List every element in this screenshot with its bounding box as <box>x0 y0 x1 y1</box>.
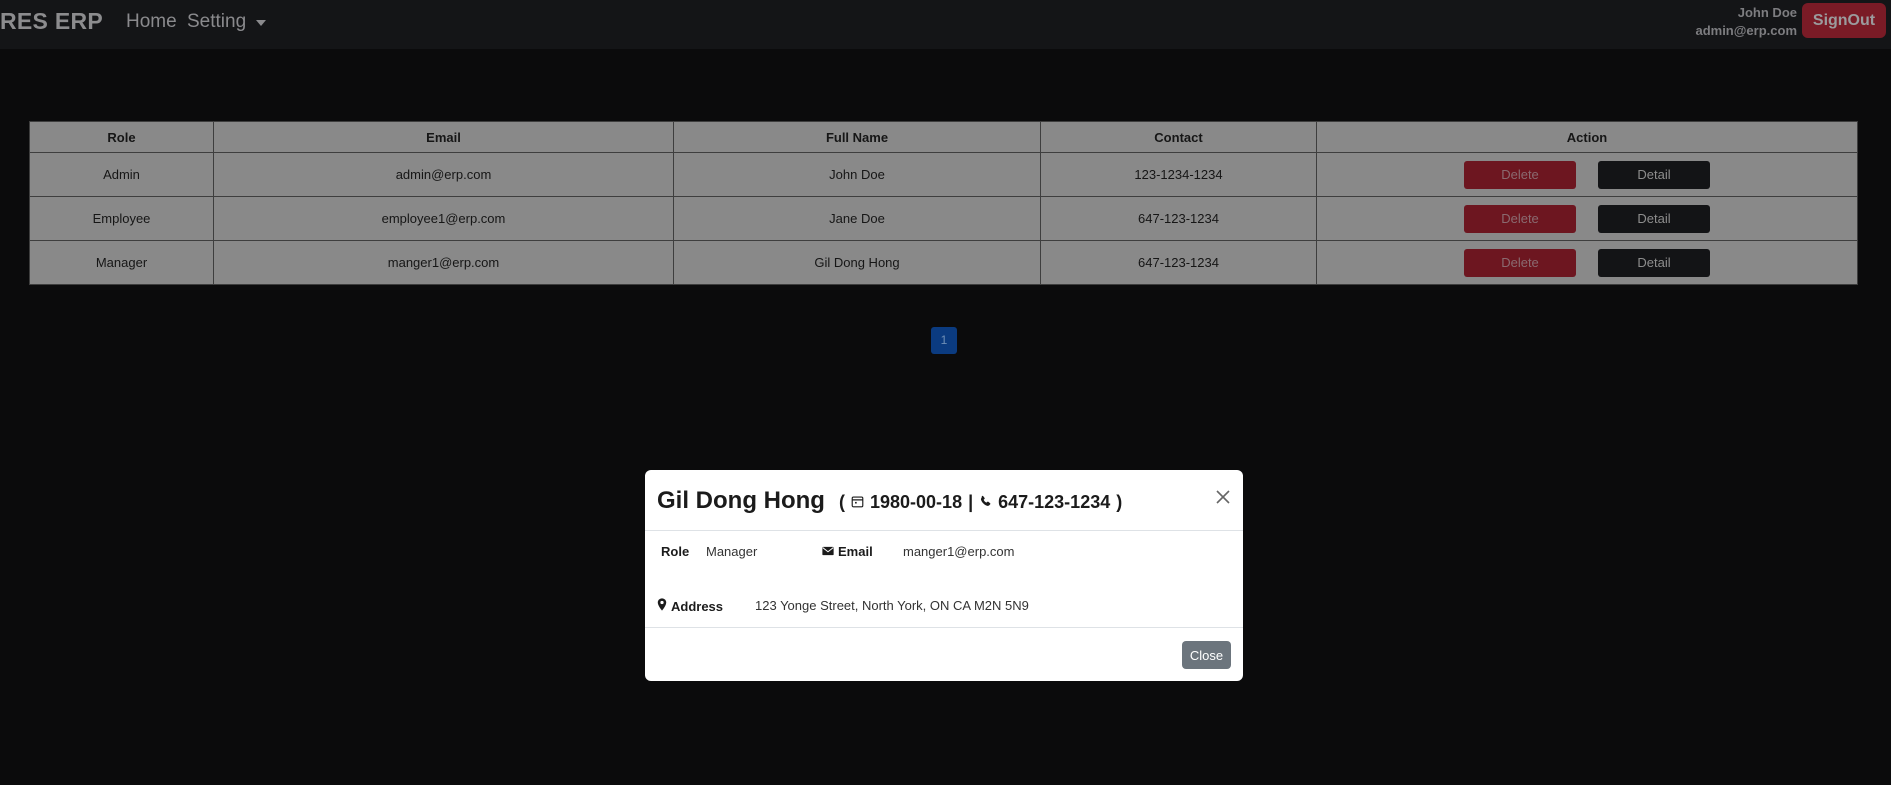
envelope-icon <box>822 544 834 559</box>
map-pin-icon <box>657 598 667 614</box>
role-label: Role <box>661 544 689 559</box>
detail-button[interactable]: Detail <box>1598 160 1710 189</box>
table-row: Employee employee1@erp.com Jane Doe 647-… <box>29 196 1858 241</box>
close-button[interactable]: Close <box>1182 641 1231 669</box>
open-paren: ( <box>839 492 845 512</box>
email-value: manger1@erp.com <box>903 544 1015 559</box>
nav-setting-label: Setting <box>187 11 247 32</box>
cell-role: Employee <box>29 196 214 241</box>
column-header-contact: Contact <box>1040 121 1317 153</box>
cell-email: employee1@erp.com <box>213 196 674 241</box>
detail-button[interactable]: Detail <box>1598 248 1710 277</box>
cell-email: admin@erp.com <box>213 152 674 197</box>
email-label: Email <box>822 544 873 559</box>
address-value: 123 Yonge Street, North York, ON CA M2N … <box>755 598 1029 613</box>
users-table: Role Email Full Name Contact Action Admi… <box>29 121 1858 285</box>
chevron-down-icon <box>256 20 267 26</box>
address-label: Address <box>657 598 723 614</box>
table-row: Admin admin@erp.com John Doe 123-1234-12… <box>29 152 1858 197</box>
table-header-row: Role Email Full Name Contact Action <box>29 121 1858 153</box>
navbar: RES ERP Home Setting John Doe admin@erp.… <box>0 0 1891 49</box>
cell-contact: 123-1234-1234 <box>1040 152 1317 197</box>
close-icon[interactable] <box>1214 488 1232 506</box>
modal-subtitle: ( 1980-00-18 | 647-123-1234 ) <box>839 492 1122 513</box>
modal-body: Role Manager Email manger1@erp.com Addre… <box>645 531 1243 627</box>
table-row: Manager manger1@erp.com Gil Dong Hong 64… <box>29 240 1858 285</box>
modal-header: Gil Dong Hong ( 1980-00-18 | 647-123-123… <box>645 470 1243 531</box>
signout-button[interactable]: SignOut <box>1802 3 1886 38</box>
user-detail-modal: Gil Dong Hong ( 1980-00-18 | 647-123-123… <box>645 470 1243 681</box>
column-header-role: Role <box>29 121 214 153</box>
email-label-text: Email <box>838 544 873 559</box>
cell-contact: 647-123-1234 <box>1040 240 1317 285</box>
nav-setting-dropdown[interactable]: Setting <box>187 11 267 33</box>
phone-number: 647-123-1234 <box>998 492 1111 512</box>
close-paren: ) <box>1116 492 1123 512</box>
address-label-text: Address <box>671 598 724 614</box>
cell-full-name: John Doe <box>673 152 1041 197</box>
cell-action: Delete Detail <box>1316 240 1858 285</box>
user-email: admin@erp.com <box>1695 23 1797 38</box>
nav-home-link[interactable]: Home <box>126 11 177 33</box>
user-name: John Doe <box>1737 5 1797 20</box>
calendar-icon <box>851 492 864 513</box>
brand-logo[interactable]: RES ERP <box>0 8 103 35</box>
users-table-container: Role Email Full Name Contact Action Admi… <box>29 121 1858 285</box>
cell-contact: 647-123-1234 <box>1040 196 1317 241</box>
phone-icon <box>979 492 992 513</box>
role-value: Manager <box>706 544 758 559</box>
column-header-action: Action <box>1316 121 1858 153</box>
birth-date: 1980-00-18 <box>870 492 963 512</box>
cell-role: Manager <box>29 240 214 285</box>
cell-role: Admin <box>29 152 214 197</box>
cell-full-name: Jane Doe <box>673 196 1041 241</box>
modal-footer: Close <box>645 627 1243 681</box>
detail-button[interactable]: Detail <box>1598 204 1710 233</box>
cell-action: Delete Detail <box>1316 152 1858 197</box>
cell-email: manger1@erp.com <box>213 240 674 285</box>
user-info: John Doe admin@erp.com <box>1695 4 1797 40</box>
delete-button[interactable]: Delete <box>1464 160 1576 189</box>
modal-title: Gil Dong Hong <box>657 487 825 514</box>
delete-button[interactable]: Delete <box>1464 248 1576 277</box>
column-header-full-name: Full Name <box>673 121 1041 153</box>
role-label-text: Role <box>661 544 690 559</box>
pagination-page-1[interactable]: 1 <box>931 327 957 354</box>
delete-button[interactable]: Delete <box>1464 204 1576 233</box>
separator: | <box>968 492 974 512</box>
cell-full-name: Gil Dong Hong <box>673 240 1041 285</box>
column-header-email: Email <box>213 121 674 153</box>
cell-action: Delete Detail <box>1316 196 1858 241</box>
